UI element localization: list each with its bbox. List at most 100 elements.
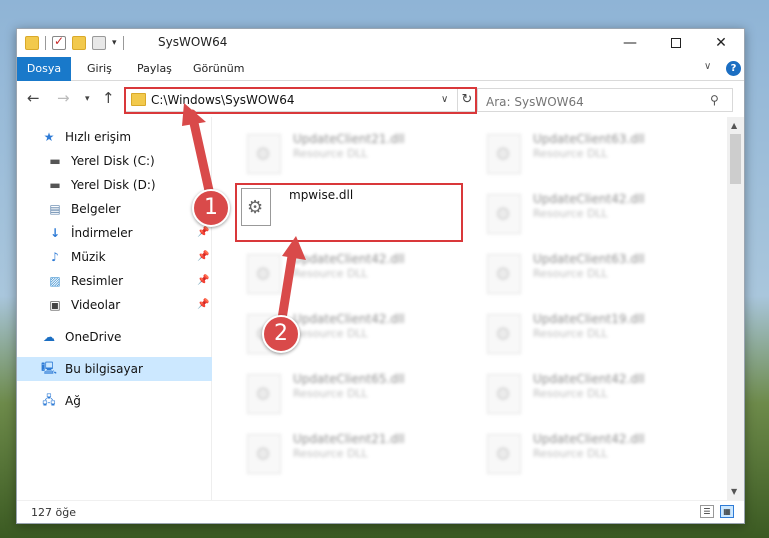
file-name: UpdateClient42.dll [533,192,645,206]
star-icon: ★ [43,130,55,144]
maximize-button[interactable] [653,29,699,57]
sidebar-item-quick-access[interactable]: ★ Hızlı erişim [17,125,212,149]
dll-file-icon [247,134,281,174]
large-icons-view-icon[interactable]: ▦ [720,505,734,518]
rename-icon[interactable] [92,36,106,50]
details-view-icon[interactable]: ☰ [700,505,714,518]
list-item[interactable]: UpdateClient21.dll Resource DLL [237,424,461,480]
pin-icon[interactable]: 📌 [197,251,209,262]
list-item[interactable]: UpdateClient42.dll Resource DLL [477,424,701,480]
file-name: UpdateClient42.dll [533,372,645,386]
file-name: UpdateClient42.dll [293,312,405,326]
file-list: UpdateClient21.dll Resource DLL UpdateCl… [213,117,727,500]
drive-icon: ▬ [49,154,61,168]
dll-file-icon [487,194,521,234]
close-button[interactable]: ✕ [698,29,744,57]
scroll-up-icon[interactable]: ▲ [731,121,737,130]
cloud-icon: ☁ [43,330,55,344]
list-item[interactable]: UpdateClient42.dll Resource DLL [477,184,701,240]
file-type: Resource DLL [293,147,368,160]
sidebar-item-music[interactable]: ♪ Müzik 📌 [17,245,212,269]
sidebar-item-downloads[interactable]: ↓ İndirmeler 📌 [17,221,212,245]
file-type: Resource DLL [533,267,608,280]
sidebar-item-videos[interactable]: ▣ Videolar 📌 [17,293,212,317]
quick-access-toolbar: ▾ [25,34,124,51]
tab-dosya[interactable]: Dosya [17,57,71,81]
customize-toolbar-chevron-icon[interactable]: ▾ [112,38,117,48]
file-name: UpdateClient65.dll [293,372,405,386]
sidebar-item-label: Yerel Disk (D:) [71,178,156,192]
pin-icon[interactable]: 📌 [197,275,209,286]
list-item[interactable]: UpdateClient21.dll Resource DLL [237,124,461,180]
search-icon[interactable]: ⚲ [710,93,719,107]
vertical-scrollbar[interactable]: ▲ ▼ [727,117,744,500]
file-type: Resource DLL [293,327,368,340]
sidebar-item-pictures[interactable]: ▨ Resimler 📌 [17,269,212,293]
ribbon-tabs: Dosya Giriş Paylaş Görünüm ∨ ? [17,57,744,81]
tab-giris[interactable]: Giriş [78,57,121,81]
sidebar-item-local-disk-d[interactable]: ▬ Yerel Disk (D:) [17,173,212,197]
new-folder-icon[interactable] [72,36,86,50]
dll-file-icon [487,134,521,174]
dll-file-icon [247,434,281,474]
list-item[interactable]: UpdateClient65.dll Resource DLL [237,364,461,420]
file-highlight-box [235,183,463,242]
sidebar-item-this-pc[interactable]: 🖳 Bu bilgisayar [17,357,212,381]
file-name: UpdateClient21.dll [293,132,405,146]
scroll-thumb[interactable] [730,134,741,184]
toolbar-divider [122,36,124,50]
help-icon[interactable]: ? [726,61,741,76]
pin-icon[interactable]: 📌 [197,299,209,310]
dll-file-icon [487,254,521,294]
dll-file-icon [487,314,521,354]
list-item[interactable]: UpdateClient63.dll Resource DLL [477,244,701,300]
list-item[interactable]: UpdateClient19.dll Resource DLL [477,304,701,360]
sidebar-item-documents[interactable]: ▤ Belgeler 📌 [17,197,212,221]
file-name: UpdateClient42.dll [293,252,405,266]
forward-arrow-icon[interactable]: → [57,89,70,107]
sidebar-item-label: OneDrive [65,330,122,344]
tab-gorunum[interactable]: Görünüm [184,57,253,81]
folder-icon[interactable] [25,36,39,50]
sidebar-item-local-disk-c[interactable]: ▬ Yerel Disk (C:) [17,149,212,173]
tab-paylas[interactable]: Paylaş [128,57,181,81]
file-name: UpdateClient19.dll [533,312,645,326]
file-type: Resource DLL [533,447,608,460]
sidebar-item-label: Resimler [71,274,124,288]
file-type: Resource DLL [293,267,368,280]
search-input[interactable] [477,88,733,112]
step-1-badge: 1 [192,189,230,227]
sidebar-item-network[interactable]: 🖧 Ağ [17,389,212,413]
sidebar-item-label: Belgeler [71,202,121,216]
dll-file-icon [487,434,521,474]
list-item[interactable]: UpdateClient63.dll Resource DLL [477,124,701,180]
maximize-icon [671,38,681,48]
file-name: UpdateClient21.dll [293,432,405,446]
pictures-icon: ▨ [49,274,61,288]
expand-ribbon-chevron-icon[interactable]: ∨ [704,61,711,72]
minimize-button[interactable]: — [607,29,653,57]
pin-icon[interactable]: 📌 [197,227,209,238]
file-type: Resource DLL [533,207,608,220]
address-highlight-box [124,87,477,114]
back-arrow-icon[interactable]: ← [27,89,40,107]
drive-icon: ▬ [49,178,61,192]
navigation-pane: ★ Hızlı erişim ▬ Yerel Disk (C:) ▬ Yerel… [17,117,212,500]
download-icon: ↓ [49,226,61,240]
network-icon: 🖧 [42,392,56,407]
sidebar-item-label: Müzik [71,250,106,264]
up-arrow-icon[interactable]: ↑ [102,89,115,107]
scroll-down-icon[interactable]: ▼ [731,487,737,496]
recent-locations-chevron-icon[interactable]: ▾ [85,94,90,104]
properties-check-icon[interactable] [52,34,66,50]
sidebar-item-onedrive[interactable]: ☁ OneDrive [17,325,212,349]
sidebar-item-label: İndirmeler [71,226,133,240]
toolbar-divider [45,36,46,50]
window-title: SysWOW64 [158,35,228,49]
list-item[interactable]: UpdateClient42.dll Resource DLL [477,364,701,420]
file-type: Resource DLL [533,327,608,340]
sidebar-item-label: Hızlı erişim [65,130,132,144]
list-item[interactable]: UpdateClient42.dll Resource DLL [237,244,461,300]
sidebar-item-label: Bu bilgisayar [65,362,143,376]
title-bar[interactable]: ▾ SysWOW64 — ✕ [17,29,744,57]
